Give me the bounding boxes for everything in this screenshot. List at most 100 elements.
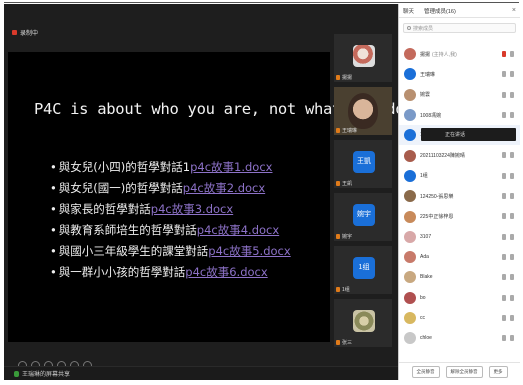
mic-icon[interactable] — [502, 294, 506, 301]
video-thumbnail-column: 揚揚 王瑞琳 王凱 王凱 婉宇 婉宇 1组 1组 张三 — [334, 34, 394, 352]
participant-avatar: 婉宇 — [353, 204, 375, 226]
search-placeholder: 搜索成员 — [413, 25, 434, 32]
participant-avatar — [353, 310, 375, 332]
camera-icon[interactable] — [510, 111, 514, 118]
slide-bullet: • 與女兒(國一)的哲學對話p4c故事2.docx — [50, 181, 266, 195]
participant-avatar — [404, 68, 416, 81]
doc-link[interactable]: p4c故事4.docx — [197, 223, 279, 237]
mic-icon[interactable] — [502, 314, 506, 321]
more-button[interactable]: 更多 — [488, 365, 508, 378]
participant-name: 1008馮婉 — [420, 112, 442, 119]
participant-row[interactable]: 124250-張思樂 — [399, 186, 520, 206]
panel-header: 聊天 管理成员(16) × — [399, 4, 520, 18]
doc-link[interactable]: p4c故事3.docx — [151, 202, 233, 216]
camera-icon[interactable] — [510, 335, 514, 342]
mic-icon[interactable] — [502, 233, 506, 240]
video-tile[interactable]: 王瑞琳 — [334, 87, 392, 135]
mic-icon[interactable] — [502, 193, 506, 200]
participant-name: bo — [420, 294, 426, 301]
participant-avatar — [404, 271, 416, 284]
camera-icon[interactable] — [510, 51, 514, 57]
participant-row[interactable]: 揚揚 (主持人,我) — [399, 44, 520, 64]
participant-name: chloe — [420, 335, 432, 342]
participant-row[interactable]: 225中正徐梓恩 — [399, 206, 520, 226]
participant-row[interactable]: Ada — [399, 247, 520, 267]
participant-row[interactable]: Blake — [399, 267, 520, 287]
mic-icon[interactable] — [502, 152, 506, 159]
doc-link[interactable]: p4c故事2.docx — [183, 181, 265, 195]
participant-row[interactable]: 3107 — [399, 227, 520, 247]
tile-caption: 王凱 — [342, 181, 353, 187]
video-tile[interactable]: 婉宇 婉宇 — [334, 193, 392, 241]
participant-avatar — [404, 48, 416, 61]
participant-name: Ada — [420, 254, 429, 261]
mic-icon[interactable] — [502, 274, 506, 281]
participant-name: 225中正徐梓恩 — [420, 214, 454, 221]
participant-row[interactable]: 王瑞琳 — [399, 64, 520, 84]
participant-name: Blake — [420, 274, 433, 281]
mic-icon[interactable] — [502, 335, 506, 342]
doc-link[interactable]: p4c故事5.docx — [208, 244, 290, 258]
camera-icon[interactable] — [510, 253, 514, 260]
participant-name: 124250-張思樂 — [420, 193, 454, 200]
member-search-input[interactable]: 搜索成员 — [403, 23, 516, 33]
participant-row[interactable]: 20211103224陳婉晴 — [399, 145, 520, 165]
video-tile[interactable]: 张三 — [334, 299, 392, 347]
tile-caption: 1组 — [342, 287, 350, 293]
doc-link[interactable]: p4c故事6.docx — [185, 265, 267, 279]
camera-icon[interactable] — [510, 71, 514, 78]
tab-members[interactable]: 管理成员(16) — [424, 7, 456, 15]
participant-avatar — [404, 291, 416, 304]
video-tile[interactable]: 揚揚 — [334, 34, 392, 82]
participant-row[interactable]: 11正在讲话 — [399, 125, 520, 146]
camera-icon[interactable] — [510, 172, 514, 179]
speaking-tooltip: 正在讲话 — [421, 128, 516, 142]
camera-icon[interactable] — [510, 233, 514, 240]
meeting-stage: 录制中 P4C is about who you are, not what y… — [4, 4, 414, 380]
tile-caption: 揚揚 — [342, 75, 353, 81]
camera-icon[interactable] — [510, 193, 514, 200]
mic-icon[interactable] — [502, 91, 506, 98]
camera-icon[interactable] — [510, 274, 514, 281]
close-icon[interactable]: × — [512, 7, 516, 14]
participant-row[interactable]: 婉雲 — [399, 85, 520, 105]
participant-avatar — [404, 210, 416, 223]
slide-bullet: • 與國小三年級學生的課堂對話p4c故事5.docx — [50, 244, 291, 258]
doc-link[interactable]: p4c故事1.docx — [190, 160, 272, 174]
participant-row[interactable]: bo — [399, 288, 520, 308]
slide-bullet: • 與一群小小孩的哲學對話p4c故事6.docx — [50, 265, 268, 279]
slide-bullet: • 與女兒(小四)的哲學對話1p4c故事1.docx — [50, 160, 273, 174]
camera-icon[interactable] — [510, 91, 514, 98]
participant-row[interactable]: cc — [399, 308, 520, 328]
camera-icon[interactable] — [510, 152, 514, 159]
mic-icon — [336, 75, 340, 80]
mic-icon — [14, 370, 19, 377]
camera-icon[interactable] — [510, 314, 514, 321]
tab-chat[interactable]: 聊天 — [403, 7, 414, 15]
participant-row[interactable]: 1组 — [399, 166, 520, 186]
participant-avatar — [404, 169, 416, 182]
unmute-all-button[interactable]: 解除全员静音 — [445, 365, 483, 378]
mic-icon[interactable] — [502, 213, 506, 220]
participant-avatar — [404, 190, 416, 203]
mic-icon[interactable] — [502, 253, 506, 260]
recording-indicator[interactable]: 录制中 — [12, 28, 38, 37]
camera-icon[interactable] — [510, 213, 514, 220]
video-tile[interactable]: 王凱 王凱 — [334, 140, 392, 188]
tile-caption: 婉宇 — [342, 234, 353, 240]
participant-avatar — [404, 129, 416, 142]
video-tile[interactable]: 1组 1组 — [334, 246, 392, 294]
mic-icon[interactable] — [502, 111, 506, 118]
mic-icon[interactable] — [502, 172, 506, 179]
mic-icon[interactable] — [502, 71, 506, 78]
mic-icon — [336, 234, 340, 239]
meeting-window: 录制中 P4C is about who you are, not what y… — [0, 0, 523, 385]
camera-icon[interactable] — [510, 294, 514, 301]
participant-name: 1组 — [420, 173, 428, 180]
mic-icon[interactable] — [502, 51, 506, 57]
record-icon — [12, 30, 17, 35]
participant-row[interactable]: 1008馮婉 — [399, 105, 520, 125]
participant-row[interactable]: chloe — [399, 328, 520, 348]
participant-avatar: 1组 — [353, 257, 375, 279]
mute-all-button[interactable]: 全员静音 — [411, 365, 440, 378]
